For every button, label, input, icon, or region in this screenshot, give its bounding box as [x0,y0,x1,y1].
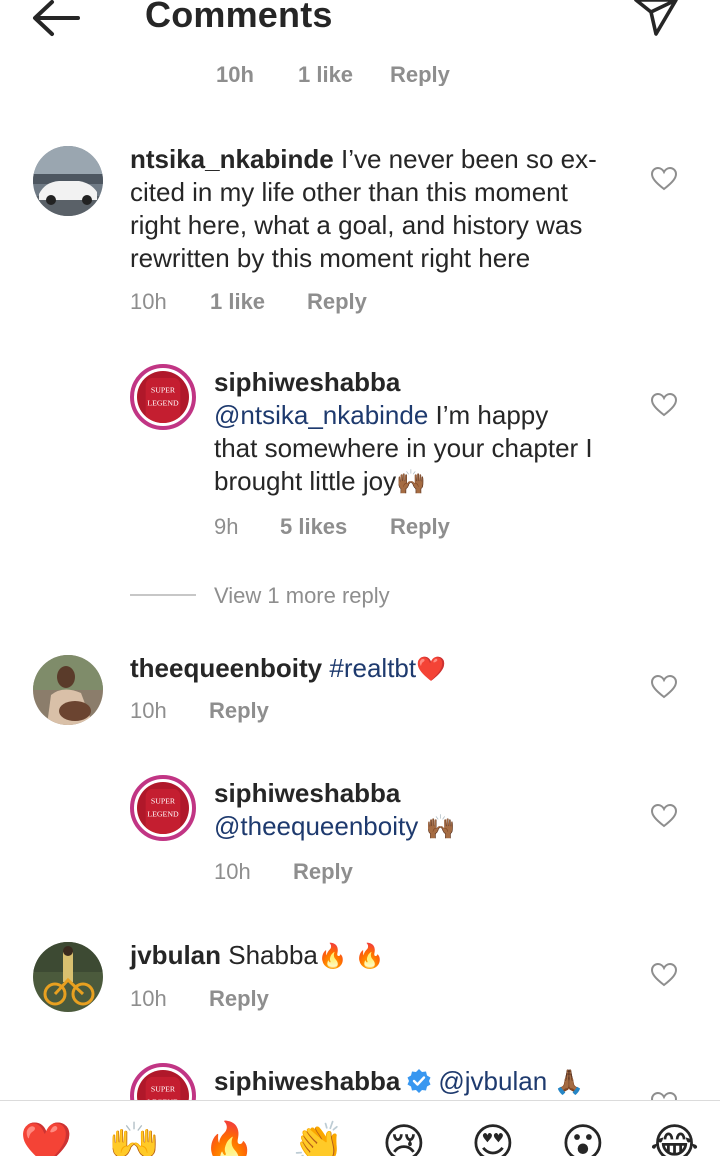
comment-username[interactable]: siphiweshabba [214,778,400,808]
svg-text:SUPER: SUPER [151,386,176,395]
comment-meta: 10h Reply [130,986,530,1016]
view-more-label[interactable]: View 1 more reply [214,583,390,609]
emoji-clap-button[interactable]: 👏 [292,1123,344,1156]
raised-hands-emoji: 🙌🏾 [396,469,426,496]
emoji-raised-hands-button[interactable]: 🙌 [108,1123,160,1156]
reply-button[interactable]: Reply [209,698,269,724]
comment-body-line: that somewhere in your chapter I [214,433,593,463]
comment-time: 10h [130,986,167,1011]
avatar[interactable] [33,942,103,1012]
comment-text: siphiweshabba @jvbulan 🙏🏾 [214,1065,664,1099]
comment-meta: 10h 1 like Reply [130,289,530,319]
comment-text: siphiweshabba @theequeenboity 🙌🏾 [214,777,644,844]
mention-link[interactable]: @theequeenboity [214,811,418,841]
avatar[interactable] [33,655,103,725]
header-bar: Comments [0,0,720,50]
emoji-laughing-button[interactable]: 😂 [650,1123,699,1156]
comment-text: theequeenboity #realtbt❤️ [130,652,630,686]
emoji-surprised-button[interactable]: 😮 [561,1123,605,1156]
comment-text: ntsika_nkabinde I’ve never been so ex- c… [130,143,630,275]
like-heart-icon[interactable] [651,167,677,191]
reply-button[interactable]: Reply [209,986,269,1012]
reply-button[interactable]: Reply [307,289,367,315]
mention-link[interactable]: @jvbulan [438,1066,547,1096]
comment-likes[interactable]: 5 likes [280,514,347,540]
previous-comment-time: 10h [216,62,254,86]
comment-body-line: cited in my life other than this moment [130,177,568,207]
comment-body-line: right here, what a goal, and history was [130,210,583,240]
emoji-reaction-bar: ❤️ 🙌 🔥 👏 😢 😍 😮 😂 [0,1100,720,1156]
comment-username[interactable]: siphiweshabba [214,367,400,397]
comment-text: siphiweshabba @ntsika_nkabinde I’m happy… [214,366,644,499]
red-heart-emoji: ❤️ [416,656,446,683]
hashtag-link[interactable]: #realtbt [329,653,416,683]
comment-time: 10h [130,289,167,314]
comment-username[interactable]: siphiweshabba [214,1066,400,1096]
fire-emoji: 🔥 🔥 [317,943,385,970]
svg-text:SUPER: SUPER [151,797,176,806]
comment-username[interactable]: theequeenboity [130,653,322,683]
like-heart-icon[interactable] [651,675,677,699]
previous-comment-reply[interactable]: Reply [390,62,450,86]
avatar[interactable]: SUPER LEGEND [130,364,196,430]
folded-hands-emoji: 🙏🏾 [554,1069,585,1096]
comment-time: 10h [130,698,167,723]
emoji-heart-button[interactable]: ❤️ [20,1123,72,1156]
avatar[interactable] [33,146,103,216]
emoji-heart-eyes-button[interactable]: 😍 [471,1123,515,1156]
like-heart-icon[interactable] [651,804,677,828]
emoji-fire-button[interactable]: 🔥 [203,1123,255,1156]
comment-body-line: I’ve never been so ex- [340,144,597,174]
reply-button[interactable]: Reply [390,514,450,540]
comment-username[interactable]: ntsika_nkabinde [130,144,334,174]
comment-body-line: brought little joy [214,466,397,496]
svg-text:LEGEND: LEGEND [147,399,179,408]
reply-button[interactable]: Reply [293,859,353,885]
comment-meta: 10h Reply [130,698,530,728]
send-direct-icon[interactable] [632,0,680,40]
comment-body-line: rewritten by this moment right here [130,243,531,273]
comment-body-line: Shabba [228,940,318,970]
emoji-crying-button[interactable]: 😢 [382,1123,426,1156]
svg-text:LEGEND: LEGEND [147,810,179,819]
comment-text: jvbulan Shabba🔥 🔥 [130,939,630,973]
comment-body-line: I’m happy [435,400,549,430]
verified-badge-icon [407,1069,431,1094]
mention-link[interactable]: @ntsika_nkabinde [214,400,428,430]
raised-hands-emoji: 🙌🏾 [425,814,456,841]
comment-likes[interactable]: 1 like [210,289,265,315]
avatar[interactable]: SUPER LEGEND [130,775,196,841]
comment-time: 9h [214,514,239,539]
like-heart-icon[interactable] [651,393,677,417]
back-arrow-icon[interactable] [30,0,82,40]
divider-line [130,594,196,596]
svg-text:SUPER: SUPER [151,1085,176,1094]
like-heart-icon[interactable] [651,963,677,987]
comment-username[interactable]: jvbulan [130,940,221,970]
comment-meta: 10h Reply [214,859,614,889]
previous-comment-meta: 10h 1 like Reply [0,58,720,86]
page-title: Comments [145,0,333,35]
previous-comment-likes[interactable]: 1 like [298,62,353,86]
comment-time: 10h [214,859,251,884]
comment-meta: 9h 5 likes Reply [214,514,614,544]
